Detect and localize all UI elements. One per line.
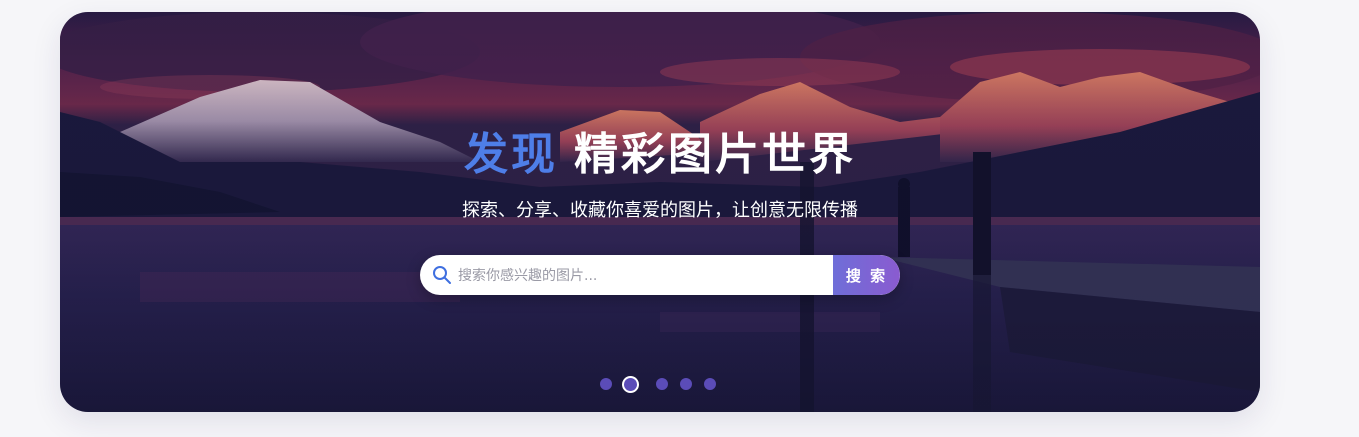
search-button[interactable]: 搜 索 [833,255,900,295]
search-icon [433,266,451,284]
hero-title-accent: 发现 [464,129,558,180]
hero-title: 发现 精彩图片世界 [60,130,1260,180]
hero-title-main: 精彩图片世界 [574,129,856,180]
search-input[interactable] [456,255,830,295]
carousel-dot-2-active[interactable] [622,376,639,393]
carousel-dot-5[interactable] [704,378,716,390]
carousel-dot-3[interactable] [656,378,668,390]
search-bar: 搜 索 [420,255,900,295]
carousel-dot-1[interactable] [600,378,612,390]
carousel-dot-4[interactable] [680,378,692,390]
hero-subtitle: 探索、分享、收藏你喜爱的图片，让创意无限传播 [462,200,858,221]
hero-banner: 发现 精彩图片世界 探索、分享、收藏你喜爱的图片，让创意无限传播 搜 索 [60,12,1260,412]
